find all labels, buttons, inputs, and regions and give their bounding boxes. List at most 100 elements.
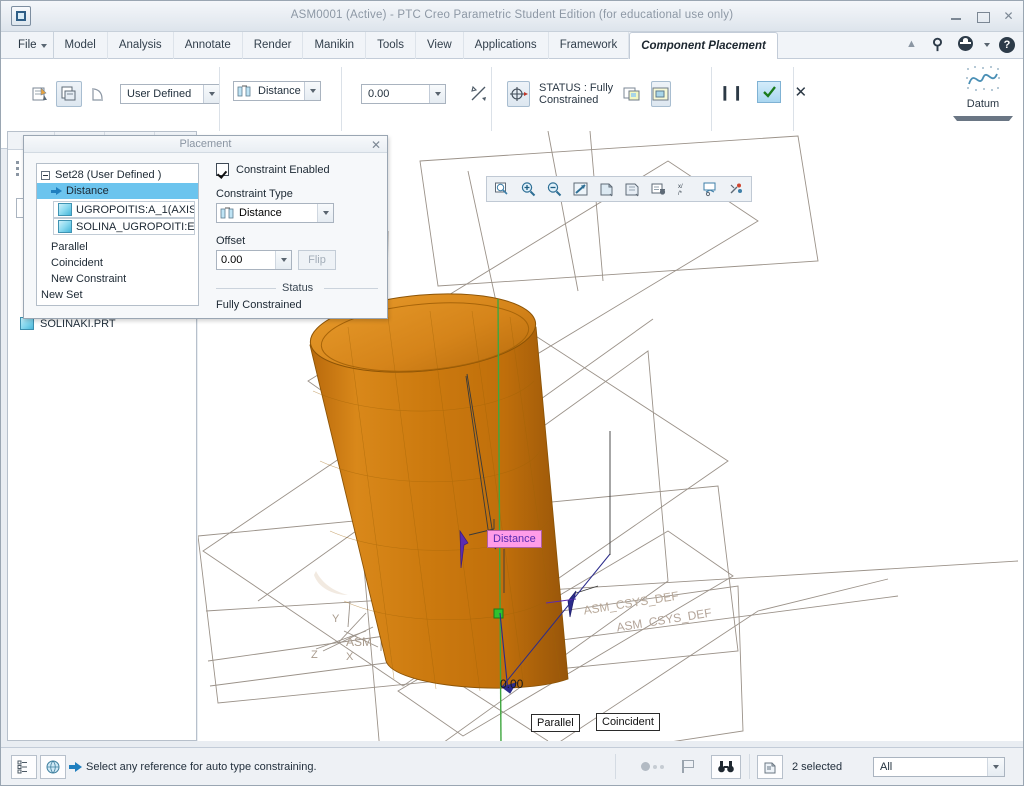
chevron-down-icon[interactable] bbox=[304, 82, 320, 100]
close-icon[interactable]: ✕ bbox=[1002, 10, 1015, 23]
chevron-down-icon[interactable] bbox=[987, 757, 1004, 776]
coordinate-system-icon[interactable] bbox=[507, 81, 530, 107]
cancel-button[interactable]: ✕ bbox=[794, 83, 807, 101]
tree-node-distance-label: Distance bbox=[66, 185, 109, 197]
tab-applications[interactable]: Applications bbox=[464, 32, 549, 59]
search-icon[interactable]: ⚲ bbox=[932, 36, 949, 53]
globe-icon[interactable] bbox=[40, 754, 66, 779]
chevron-down-icon bbox=[40, 44, 47, 48]
display-in-window-icon[interactable] bbox=[651, 81, 672, 107]
tab-file-label: File bbox=[18, 39, 37, 51]
tree-node-coincident[interactable]: Coincident bbox=[37, 255, 198, 271]
maximize-icon[interactable] bbox=[976, 10, 990, 23]
checkbox-checked-icon[interactable] bbox=[216, 163, 229, 176]
view-manager-icon[interactable] bbox=[698, 178, 722, 200]
placement-dialog-titlebar[interactable]: Placement ✕ bbox=[24, 136, 387, 153]
constraint-tag-parallel[interactable]: Parallel bbox=[531, 714, 580, 732]
account-icon[interactable] bbox=[958, 36, 975, 53]
tree-node-new-set[interactable]: New Set bbox=[37, 287, 198, 303]
dialog-constraint-type-value: Distance bbox=[239, 207, 282, 219]
move-component-icon[interactable] bbox=[56, 81, 82, 107]
separate-window-icon[interactable] bbox=[622, 81, 642, 107]
tab-framework[interactable]: Framework bbox=[549, 32, 630, 59]
flip-button[interactable]: Flip bbox=[298, 250, 336, 270]
model-tree-icon[interactable] bbox=[11, 754, 37, 779]
svg-text:/*: /* bbox=[678, 191, 683, 197]
minimize-icon[interactable] bbox=[950, 10, 963, 23]
placement-reference-icon[interactable] bbox=[27, 81, 53, 107]
tab-analysis[interactable]: Analysis bbox=[108, 32, 174, 59]
selection-filter-combo[interactable]: All bbox=[873, 756, 1005, 777]
tab-manikin[interactable]: Manikin bbox=[303, 32, 367, 59]
flag-icon[interactable] bbox=[682, 760, 694, 773]
help-icon[interactable]: ? bbox=[999, 36, 1015, 53]
tree-node-parallel[interactable]: Parallel bbox=[37, 239, 198, 255]
dimension-value[interactable]: 0.00 bbox=[500, 677, 523, 691]
constraint-tag-distance[interactable]: Distance bbox=[487, 530, 542, 548]
chevron-down-icon[interactable] bbox=[953, 116, 1013, 121]
datum-curve-icon bbox=[962, 63, 1004, 97]
display-style-icon[interactable] bbox=[594, 178, 618, 200]
tree-node-set[interactable]: Set28 (User Defined ) bbox=[37, 167, 198, 183]
tab-annotate[interactable]: Annotate bbox=[174, 32, 243, 59]
dialog-constraint-type-combo[interactable]: Distance bbox=[216, 203, 334, 223]
set-type-combo[interactable]: User Defined bbox=[120, 84, 220, 104]
constraint-enabled-label: Constraint Enabled bbox=[236, 163, 330, 176]
tab-tools[interactable]: Tools bbox=[366, 32, 416, 59]
constraint-type-combo[interactable]: Distance bbox=[233, 81, 321, 101]
annotation-display-icon[interactable]: x//* bbox=[672, 178, 696, 200]
placement-dialog[interactable]: Placement ✕ Set28 (User Defined ) Distan… bbox=[23, 135, 388, 319]
tree-node-distance[interactable]: Distance bbox=[37, 183, 198, 199]
tab-view[interactable]: View bbox=[416, 32, 464, 59]
chevron-down-icon[interactable] bbox=[317, 204, 333, 222]
binoculars-icon[interactable] bbox=[711, 754, 741, 779]
zoom-in-icon[interactable] bbox=[516, 178, 540, 200]
zoom-out-icon[interactable] bbox=[542, 178, 566, 200]
datum-gallery-button[interactable]: Datum bbox=[953, 63, 1013, 121]
axis-label-y: Y bbox=[332, 613, 340, 625]
offset-combo[interactable]: 0.00 bbox=[361, 84, 446, 104]
ribbon-tabs: File Model Analysis Annotate Render Mani… bbox=[7, 32, 778, 60]
selection-area: 2 selected bbox=[757, 754, 842, 779]
ribbon-separator bbox=[219, 67, 220, 141]
chevron-down-icon[interactable] bbox=[429, 85, 445, 103]
tree-node-coincident-label: Coincident bbox=[51, 257, 103, 269]
tree-reference-1[interactable]: UGROPOITIS:A_1(AXIS bbox=[53, 201, 195, 218]
collapse-ribbon-icon[interactable]: ▲ bbox=[906, 36, 923, 53]
pause-button[interactable]: ❙❙ bbox=[719, 84, 744, 101]
dialog-offset-combo[interactable]: 0.00 bbox=[216, 250, 292, 270]
refit-icon[interactable] bbox=[490, 178, 514, 200]
constraint-tree[interactable]: Set28 (User Defined ) Distance UGROPOITI… bbox=[36, 163, 199, 306]
axis-label-x: X bbox=[346, 651, 354, 663]
tree-node-new-constraint-label: New Constraint bbox=[51, 273, 127, 285]
tab-render[interactable]: Render bbox=[243, 32, 304, 59]
title-bar: ASM0001 (Active) - PTC Creo Parametric S… bbox=[1, 1, 1023, 32]
selection-filter-value: All bbox=[880, 760, 893, 773]
selection-cube-icon[interactable] bbox=[757, 754, 783, 779]
tree-node-new-constraint[interactable]: New Constraint bbox=[37, 271, 198, 287]
ribbon-tab-bar: File Model Analysis Annotate Render Mani… bbox=[1, 32, 1023, 60]
reorient-icon[interactable] bbox=[466, 81, 492, 107]
tree-reference-2[interactable]: SOLINA_UGROPOITI:En bbox=[53, 218, 195, 235]
ok-button[interactable] bbox=[757, 81, 782, 103]
chevron-down-icon[interactable] bbox=[203, 85, 219, 103]
chevron-down-icon[interactable] bbox=[275, 251, 291, 269]
saved-views-icon[interactable] bbox=[646, 178, 670, 200]
dialog-offset-value[interactable]: 0.00 bbox=[217, 254, 275, 266]
flexible-component-icon[interactable] bbox=[85, 81, 111, 107]
chevron-down-icon[interactable] bbox=[984, 42, 990, 47]
offset-value: 0.00 bbox=[368, 88, 390, 100]
constraint-tag-coincident[interactable]: Coincident bbox=[596, 713, 660, 731]
status-message: Select any reference for auto type const… bbox=[86, 760, 317, 773]
constraint-enabled-checkbox[interactable]: Constraint Enabled bbox=[216, 163, 378, 176]
tab-component-placement[interactable]: Component Placement bbox=[629, 32, 778, 60]
appearance-gallery-icon[interactable] bbox=[724, 178, 748, 200]
collapse-icon[interactable] bbox=[41, 170, 50, 180]
tab-model[interactable]: Model bbox=[54, 32, 108, 59]
close-icon[interactable]: ✕ bbox=[371, 137, 381, 153]
creo-application-window: ASM0001 (Active) - PTC Creo Parametric S… bbox=[0, 0, 1024, 786]
tab-file[interactable]: File bbox=[7, 32, 54, 59]
datum-display-icon[interactable] bbox=[620, 178, 644, 200]
window-title: ASM0001 (Active) - PTC Creo Parametric S… bbox=[290, 9, 734, 21]
repaint-icon[interactable] bbox=[568, 178, 592, 200]
